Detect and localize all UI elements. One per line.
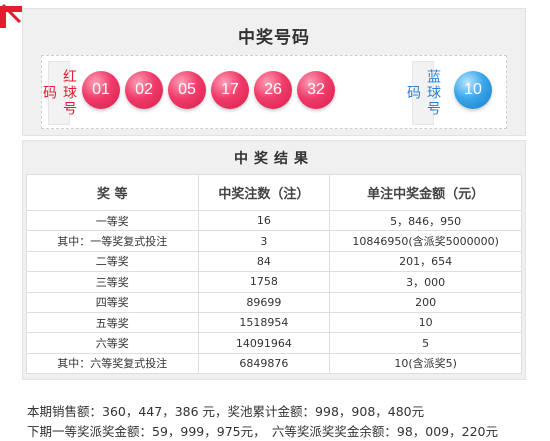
- prize-level-cell: 六等奖: [26, 332, 199, 354]
- red-ball: 02: [125, 71, 163, 109]
- sales-summary-line: 本期销售额：360，447，386 元，奖池累计金额：998，908，480元: [27, 404, 425, 419]
- prize-level-cell: 一等奖: [26, 209, 199, 232]
- winning-numbers-panel: 中奖号码 红球号码 01 02 05 17 26 32 蓝球号码 10: [22, 8, 526, 136]
- results-title: 中奖结果: [234, 151, 314, 167]
- table-row: 其中：六等奖复式投注 6849876 10(含派奖5): [26, 352, 522, 375]
- table-row: 六等奖 14091964 5: [26, 332, 522, 354]
- prize-level-cell: 其中：六等奖复式投注: [26, 352, 199, 375]
- table-header-row: 奖 等 中奖注数（注） 单注中奖金额（元）: [26, 174, 522, 211]
- prize-amount-cell: 10846950(含派奖5000000): [329, 230, 522, 252]
- prize-level-cell: 四等奖: [26, 291, 199, 313]
- winner-count-cell: 14091964: [197, 332, 331, 354]
- red-ball: 32: [297, 71, 335, 109]
- table-row: 二等奖 84 201，654: [26, 250, 522, 273]
- red-ball: 17: [211, 71, 249, 109]
- table-row: 其中：一等奖复式投注 3 10846950(含派奖5000000): [26, 230, 522, 252]
- table-row: 四等奖 89699 200: [26, 291, 522, 313]
- prize-amount-cell: 10: [329, 311, 522, 334]
- next-draw-summary-line: 下期一等奖派奖金额：59，999，975元， 六等奖派奖奖金余额：98，009，…: [27, 424, 498, 439]
- prize-amount-cell: 10(含派奖5): [329, 352, 522, 375]
- prize-amount-cell: 201，654: [329, 250, 522, 273]
- red-ball-label: 红球号码: [41, 61, 77, 125]
- winner-count-cell: 1758: [197, 271, 331, 293]
- winner-count-cell: 3: [197, 230, 331, 252]
- winning-numbers-title: 中奖号码: [238, 28, 310, 48]
- prize-level-cell: 其中：一等奖复式投注: [26, 230, 199, 252]
- prize-level-cell: 三等奖: [26, 271, 199, 293]
- prize-level-cell: 五等奖: [26, 311, 199, 334]
- results-table: 奖 等 中奖注数（注） 单注中奖金额（元） 一等奖 16 5，846，950 其…: [26, 174, 522, 375]
- prize-amount-cell: 5: [329, 332, 522, 354]
- winner-count-cell: 6849876: [197, 352, 331, 375]
- red-corner-decoration: [0, 0, 22, 28]
- red-ball: 01: [82, 71, 120, 109]
- balls-row: 红球号码 01 02 05 17 26 32 蓝球号码 10: [41, 55, 507, 129]
- red-ball: 26: [254, 71, 292, 109]
- header-winner-count: 中奖注数（注）: [197, 174, 331, 211]
- blue-ball-label: 蓝球号码: [405, 61, 441, 125]
- results-panel: 中奖结果 奖 等 中奖注数（注） 单注中奖金额（元） 一等奖 16 5，846，…: [22, 140, 526, 380]
- red-ball: 05: [168, 71, 206, 109]
- winner-count-cell: 1518954: [197, 311, 331, 334]
- header-prize-level: 奖 等: [26, 174, 199, 211]
- prize-amount-cell: 3，000: [329, 271, 522, 293]
- table-row: 五等奖 1518954 10: [26, 311, 522, 334]
- blue-ball: 10: [454, 71, 492, 109]
- winner-count-cell: 89699: [197, 291, 331, 313]
- prize-amount-cell: 5，846，950: [329, 209, 522, 232]
- header-prize-amount: 单注中奖金额（元）: [329, 174, 522, 211]
- table-row: 一等奖 16 5，846，950: [26, 209, 522, 232]
- winner-count-cell: 84: [197, 250, 331, 273]
- prize-amount-cell: 200: [329, 291, 522, 313]
- prize-level-cell: 二等奖: [26, 250, 199, 273]
- table-row: 三等奖 1758 3，000: [26, 271, 522, 293]
- winner-count-cell: 16: [197, 209, 331, 232]
